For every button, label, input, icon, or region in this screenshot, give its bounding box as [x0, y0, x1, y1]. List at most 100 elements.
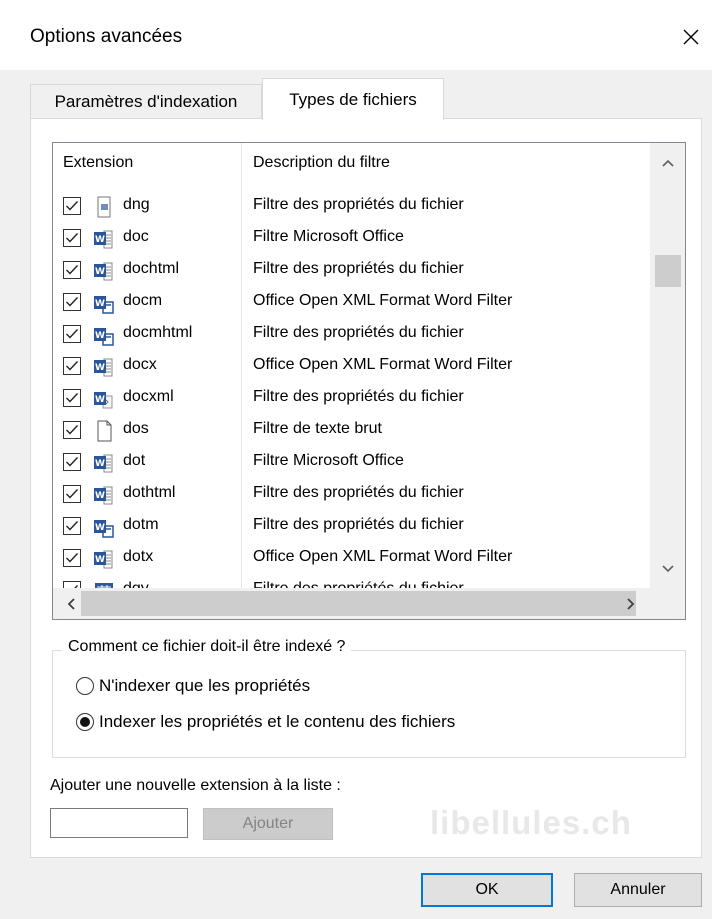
scroll-up-button[interactable]: [650, 147, 685, 178]
list-item[interactable]: Wdot Filtre Microsoft Office: [53, 447, 649, 479]
checkmark-icon: [66, 489, 79, 499]
svg-text:W: W: [95, 267, 105, 277]
extension-name: dotm: [123, 516, 159, 533]
checkmark-icon: [66, 329, 79, 339]
extension-checkbox[interactable]: [63, 421, 81, 439]
horizontal-scroll-thumb[interactable]: [81, 591, 636, 616]
svg-text:W: W: [95, 299, 105, 309]
ok-button[interactable]: OK: [421, 873, 553, 907]
extension-name: docm: [123, 292, 163, 309]
checkmark-icon: [66, 265, 79, 275]
tab-indexing-settings[interactable]: Paramètres d'indexation: [30, 84, 262, 118]
extension-name: dotx: [123, 548, 154, 565]
extension-name: dng: [123, 196, 150, 213]
list-item[interactable]: Wdotx Office Open XML Format Word Filter: [53, 543, 649, 575]
filter-description: Filtre des propriétés du fichier: [253, 484, 464, 501]
word-doc-icon: W: [93, 547, 115, 571]
horizontal-scrollbar[interactable]: [53, 588, 685, 619]
extension-checkbox[interactable]: [63, 453, 81, 471]
extension-checkbox[interactable]: [63, 197, 81, 215]
svg-text:W: W: [95, 235, 105, 245]
filter-description: Filtre des propriétés du fichier: [253, 260, 464, 277]
checkmark-icon: [66, 393, 79, 403]
checkmark-icon: [66, 361, 79, 371]
extension-name: docx: [123, 356, 157, 373]
svg-text:W: W: [95, 331, 105, 341]
extension-checkbox[interactable]: [63, 581, 81, 588]
chevron-left-icon: [67, 597, 75, 610]
radio-index-properties-and-content[interactable]: Indexer les propriétés et le contenu des…: [76, 712, 455, 732]
list-item[interactable]: dqy Filtre des propriétés du fichier: [53, 575, 649, 588]
filter-description: Filtre des propriétés du fichier: [253, 196, 464, 213]
watermark-logo: libellules.ch: [430, 804, 632, 841]
checkmark-icon: [66, 553, 79, 563]
list-rows: dng Filtre des propriétés du fichier Wdoc F…: [53, 191, 649, 588]
list-item[interactable]: Wdoc Filtre Microsoft Office: [53, 223, 649, 255]
radio-selected-dot: [80, 717, 90, 727]
list-item[interactable]: dos Filtre de texte brut: [53, 415, 649, 447]
extension-checkbox[interactable]: [63, 261, 81, 279]
list-item[interactable]: Wdochtml Filtre des propriétés du fichier: [53, 255, 649, 287]
column-header-description[interactable]: Description du filtre: [253, 154, 390, 172]
extension-name: dos: [123, 420, 149, 437]
radio-button[interactable]: [76, 677, 94, 695]
word-doc-icon: W: [93, 483, 115, 507]
generic-doc-icon: [93, 195, 115, 219]
extension-name: doc: [123, 228, 149, 245]
list-item[interactable]: Wdocm Office Open XML Format Word Filter: [53, 287, 649, 319]
svg-text:W: W: [95, 459, 105, 469]
checkmark-icon: [66, 457, 79, 467]
word-doc-icon: W: [93, 355, 115, 379]
extension-checkbox[interactable]: [63, 357, 81, 375]
list-item[interactable]: Wdocx Office Open XML Format Word Filter: [53, 351, 649, 383]
list-item[interactable]: Wdotm Filtre des propriétés du fichier: [53, 511, 649, 543]
extension-checkbox[interactable]: [63, 549, 81, 567]
new-extension-input[interactable]: [50, 808, 188, 838]
extension-name: dot: [123, 452, 146, 469]
word-doc-icon: W: [93, 227, 115, 251]
file-type-list[interactable]: Extension Description du filtre dng Filtr…: [52, 142, 686, 620]
extension-name: dothtml: [123, 484, 176, 501]
word-doc-icon: W: [93, 451, 115, 475]
chevron-up-icon: [661, 159, 674, 167]
extension-checkbox[interactable]: [63, 229, 81, 247]
filter-description: Filtre des propriétés du fichier: [253, 580, 464, 588]
scroll-right-button[interactable]: [613, 588, 648, 619]
filter-description: Filtre des propriétés du fichier: [253, 324, 464, 341]
extension-checkbox[interactable]: [63, 325, 81, 343]
tab-file-types[interactable]: Types de fichiers: [262, 78, 444, 120]
window-title: Options avancées: [30, 26, 183, 47]
scroll-down-button[interactable]: [650, 553, 685, 584]
filter-description: Filtre Microsoft Office: [253, 228, 404, 245]
cancel-button[interactable]: Annuler: [574, 873, 702, 907]
extension-checkbox[interactable]: [63, 293, 81, 311]
extension-name: dochtml: [123, 260, 180, 277]
index-mode-group: [52, 650, 686, 758]
index-mode-legend: Comment ce fichier doit-il être indexé ?: [62, 638, 352, 656]
svg-text:W: W: [95, 523, 105, 533]
list-item[interactable]: Wdothtml Filtre des propriétés du fichier: [53, 479, 649, 511]
svg-text:W: W: [95, 555, 105, 565]
list-header: Extension Description du filtre: [53, 143, 649, 183]
vertical-scrollbar[interactable]: [650, 143, 685, 588]
chevron-right-icon: [626, 597, 634, 610]
word-xml-icon: W: [93, 387, 115, 411]
radio-index-properties-only[interactable]: N'indexer que les propriétés: [76, 676, 310, 696]
title-bar: Options avancées: [0, 0, 712, 70]
column-header-extension[interactable]: Extension: [63, 154, 133, 172]
filter-description: Filtre des propriétés du fichier: [253, 388, 464, 405]
extension-checkbox[interactable]: [63, 517, 81, 535]
list-item[interactable]: Wdocxml Filtre des propriétés du fichier: [53, 383, 649, 415]
svg-text:W: W: [95, 491, 105, 501]
extension-checkbox[interactable]: [63, 389, 81, 407]
radio-button[interactable]: [76, 713, 94, 731]
radio-label: Indexer les propriétés et le contenu des…: [99, 712, 456, 731]
checkmark-icon: [66, 297, 79, 307]
extension-name: dqy: [123, 580, 149, 588]
close-button[interactable]: [674, 20, 708, 54]
extension-checkbox[interactable]: [63, 485, 81, 503]
filter-description: Office Open XML Format Word Filter: [253, 356, 513, 373]
list-item[interactable]: dng Filtre des propriétés du fichier: [53, 191, 649, 223]
list-item[interactable]: Wdocmhtml Filtre des propriétés du fichie…: [53, 319, 649, 351]
vertical-scroll-thumb[interactable]: [655, 255, 681, 287]
